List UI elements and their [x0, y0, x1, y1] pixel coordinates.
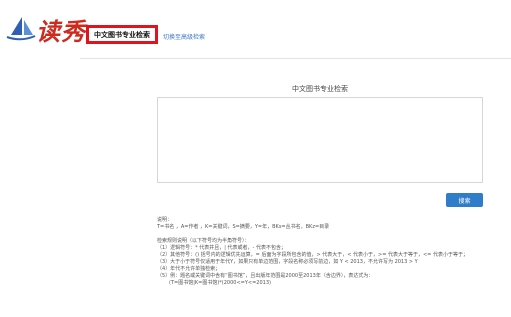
duxiu-logo[interactable]: 读秀 [6, 14, 88, 46]
help-notes-title: 说明： [157, 217, 173, 223]
help-rule-item: （3）大于小于符号仅适用于年代Y，如果只有单边范围，字段名称必须写前边，如 Y … [157, 259, 418, 265]
query-box[interactable] [157, 97, 483, 183]
query-input[interactable] [158, 98, 482, 182]
page-title: 中文图书专业检索 [292, 85, 348, 93]
tab-chinese-book-professional-search[interactable]: 中文图书专业检索 [86, 25, 158, 44]
help-rule-item: （4）年代不允许单独检索； [157, 266, 221, 272]
tab-label: 中文图书专业检索 [94, 30, 150, 39]
search-button[interactable]: 搜索 [446, 193, 483, 207]
sail-logo-icon [6, 17, 36, 41]
help-example: (T=图书馆|K=图书馆)*(2000<=Y<=2013) [169, 280, 271, 286]
help-section: 说明： T=书名 ，A=作者 ，K=关键词，S=摘要，Y=年，BKs=丛书名，B… [157, 217, 468, 287]
logo-text: 读秀 [36, 17, 86, 46]
help-rule-item: （5）例：题名或关键词中含有“图书馆”，且出版年范围是2000至2013年（含边… [157, 273, 374, 279]
switch-to-advanced-search-link[interactable]: 切换至高级检索 [163, 32, 205, 41]
help-rule-item: （1）逻辑符号：* 代表并且，| 代表或者，- 代表不包含； [157, 245, 286, 251]
header-divider [80, 58, 511, 59]
help-rules-title: 检索规则说明（以下符号均为半角符号）： [157, 238, 250, 244]
help-rule-item: （2）其他符号：() 括号内的逻辑优先运算，= 后面为字段所包含的值，> 代表大… [157, 252, 468, 258]
help-fields-line: T=书名 ，A=作者 ，K=关键词，S=摘要，Y=年，BKs=丛书名，BKz=目… [157, 224, 330, 230]
